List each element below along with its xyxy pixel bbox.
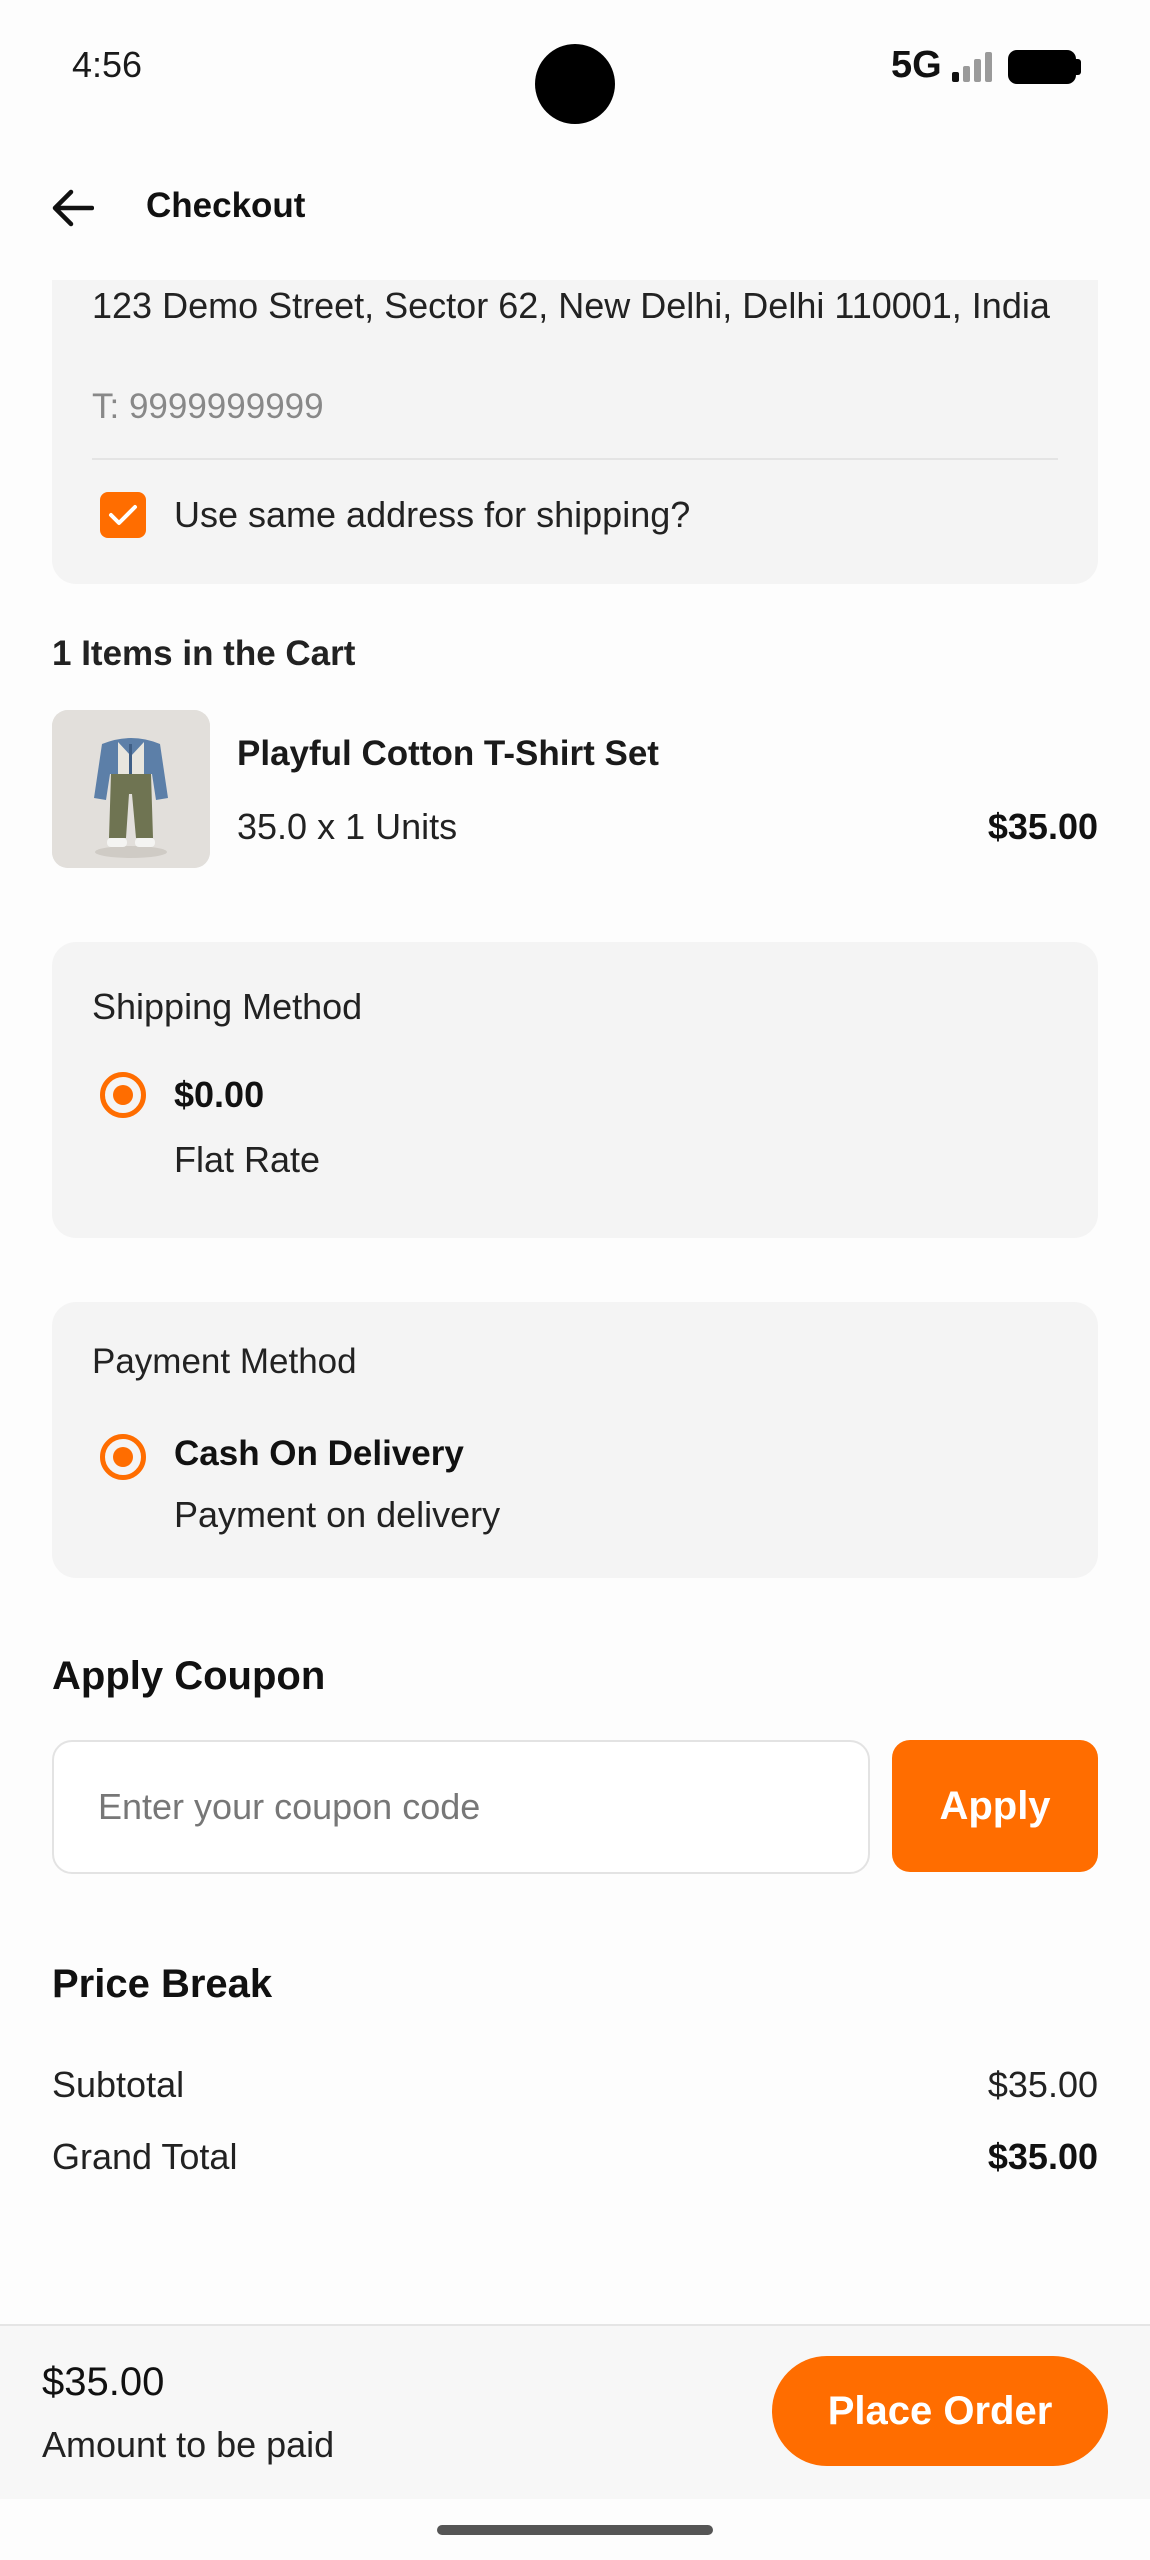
product-image[interactable] [52, 710, 210, 868]
signal-icon [952, 50, 994, 82]
cart-count-heading: 1 Items in the Cart [52, 634, 356, 673]
page-title: Checkout [146, 186, 306, 225]
status-time: 4:56 [72, 44, 143, 85]
product-quantity: 35.0 x 1 Units [237, 806, 458, 847]
front-camera-cutout [535, 44, 615, 124]
back-button[interactable] [44, 180, 100, 236]
radio-selected-dot [113, 1447, 133, 1467]
home-indicator[interactable] [437, 2525, 713, 2535]
battery-icon [1008, 50, 1076, 84]
address-phone: T: 9999999999 [92, 387, 324, 426]
payment-option-description: Payment on delivery [174, 1494, 501, 1535]
same-shipping-checkbox[interactable] [100, 492, 146, 538]
arrow-left-icon [52, 189, 94, 227]
coupon-input[interactable] [52, 1740, 870, 1874]
divider [92, 458, 1058, 460]
same-shipping-label[interactable]: Use same address for shipping? [174, 494, 690, 536]
shipping-option-name: Flat Rate [174, 1139, 321, 1180]
subtotal-value: $35.00 [987, 2064, 1098, 2105]
check-icon [109, 505, 137, 525]
product-name[interactable]: Playful Cotton T-Shirt Set [237, 734, 659, 774]
subtotal-label: Subtotal [52, 2064, 185, 2105]
shipping-method-title: Shipping Method [92, 986, 363, 1027]
network-type: 5G [891, 44, 942, 86]
product-thumbnail-illustration [52, 710, 210, 868]
shipping-option-radio[interactable] [100, 1072, 146, 1118]
amount-caption: Amount to be paid [42, 2424, 335, 2465]
amount-to-pay: $35.00 [42, 2360, 165, 2404]
product-price: $35.00 [987, 806, 1098, 847]
battery-tip [1075, 59, 1081, 75]
radio-selected-dot [113, 1085, 133, 1105]
payment-method-title: Payment Method [92, 1342, 357, 1381]
coupon-heading: Apply Coupon [52, 1654, 326, 1698]
payment-option-name[interactable]: Cash On Delivery [174, 1434, 464, 1474]
place-order-button[interactable]: Place Order [772, 2356, 1108, 2466]
address-text: 123 Demo Street, Sector 62, New Delhi, D… [92, 285, 1050, 326]
shipping-option-price[interactable]: $0.00 [174, 1074, 264, 1116]
grand-total-label: Grand Total [52, 2136, 238, 2177]
price-break-heading: Price Break [52, 1962, 273, 2006]
apply-coupon-button[interactable]: Apply [892, 1740, 1098, 1872]
grand-total-value: $35.00 [987, 2136, 1098, 2177]
payment-option-radio[interactable] [100, 1434, 146, 1480]
